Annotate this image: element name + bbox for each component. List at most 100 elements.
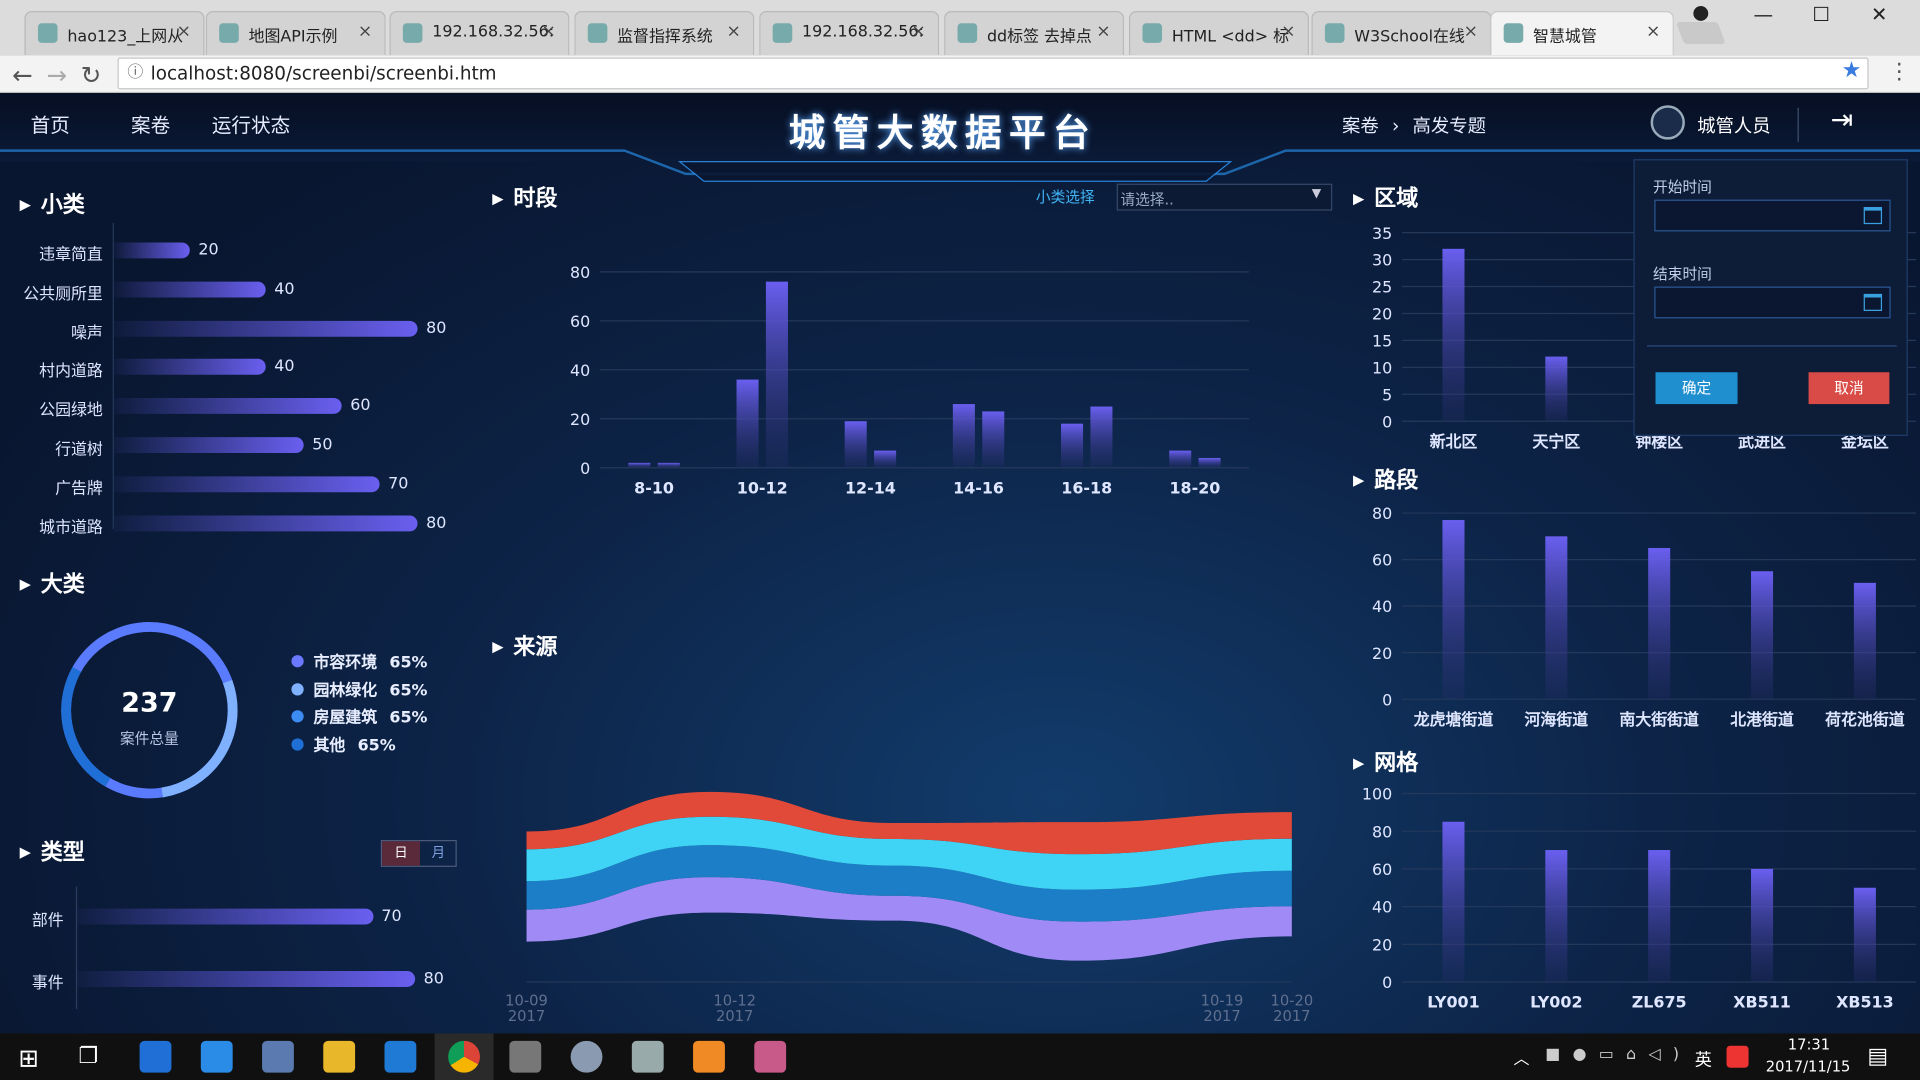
close-tab-icon[interactable]: × (1646, 22, 1660, 42)
x-tick-label: 北港街道 (1730, 710, 1794, 729)
bar-label: 村内道路 (39, 362, 103, 382)
browser-tab[interactable]: hao123_上网从 × (24, 11, 205, 56)
profile-icon[interactable]: ● (1692, 0, 1709, 23)
address-bar[interactable]: ⓘ localhost:8080/screenbi/screenbi.htm (117, 57, 1869, 90)
tab-label: 监督指挥系统 (617, 28, 713, 47)
start-time-input[interactable] (1654, 199, 1891, 232)
browser-menu-icon[interactable]: ⋮ (1888, 59, 1910, 85)
vscode-icon[interactable] (384, 1040, 417, 1073)
chrome-icon[interactable] (434, 1033, 494, 1080)
edge-icon[interactable] (139, 1040, 172, 1073)
bar-value: 80 (426, 319, 447, 338)
toggle-day[interactable]: 日 (382, 841, 421, 866)
clock-date[interactable]: 2017/11/15 (1766, 1058, 1851, 1075)
logout-icon[interactable]: ⇥ (1831, 105, 1854, 136)
menu-home[interactable]: 首页 (31, 109, 70, 138)
legend-percent: 65% (389, 681, 428, 700)
clock-time[interactable]: 17:31 (1788, 1036, 1830, 1053)
browser-tab[interactable]: 监督指挥系统 × (574, 11, 755, 56)
section-title-period: 时段 (492, 181, 557, 213)
close-tab-icon[interactable]: × (358, 22, 372, 42)
settings-app-icon[interactable] (509, 1040, 542, 1073)
bar (1545, 850, 1568, 983)
bar (1648, 850, 1671, 983)
y-tick-label: 30 (1372, 251, 1392, 270)
minimize-icon[interactable]: — (1753, 2, 1773, 25)
browser-tab[interactable]: 地图API示例 × (205, 11, 386, 56)
section-title-source: 来源 (492, 629, 557, 661)
y-tick-label: 5 (1382, 385, 1392, 404)
y-tick-label: 60 (570, 312, 590, 331)
bar (77, 908, 373, 925)
url-text: localhost:8080/screenbi/screenbi.htm (150, 62, 497, 85)
browser-tab[interactable]: W3School在线 × (1311, 11, 1492, 56)
legend-label: 市容环境 (313, 653, 378, 673)
windows-start-icon[interactable]: ⊞ (18, 1043, 39, 1072)
app-icon[interactable] (570, 1040, 603, 1073)
app-icon[interactable] (631, 1040, 664, 1073)
end-time-input[interactable] (1654, 286, 1891, 319)
start-time-label: 开始时间 (1653, 178, 1712, 196)
bookmark-star-icon[interactable]: ★ (1842, 58, 1862, 84)
sublime-icon[interactable] (693, 1040, 725, 1073)
bar-value: 40 (274, 280, 295, 299)
menu-run-status[interactable]: 运行状态 (212, 109, 290, 138)
close-tab-icon[interactable]: × (1281, 22, 1295, 42)
w3-icon (1142, 23, 1163, 43)
x-tick-label: 8-10 (634, 478, 674, 497)
task-view-icon[interactable]: ❐ (78, 1043, 98, 1069)
back-icon[interactable]: ← (12, 60, 33, 89)
cancel-button[interactable]: 取消 (1808, 372, 1890, 405)
x-tick-label: 新北区 (1430, 432, 1478, 451)
ie-icon[interactable] (200, 1040, 233, 1073)
browser-tab[interactable]: 192.168.32.56: × (759, 11, 940, 56)
close-tab-icon[interactable]: × (1096, 22, 1110, 42)
bar (1751, 868, 1774, 983)
reload-icon[interactable]: ↻ (81, 60, 102, 89)
user-avatar-icon[interactable] (1650, 105, 1685, 140)
x-tick-year: 2017 (1273, 1008, 1310, 1025)
close-tab-icon[interactable]: × (911, 22, 925, 42)
bar (1198, 457, 1221, 468)
y-tick-label: 20 (1372, 305, 1392, 324)
screenshot-root: hao123_上网从 × 地图API示例 × 192.168.32.56: × 监督指挥系统… (0, 0, 1920, 1080)
browser-tab[interactable]: dd标签 去掉点 × (944, 11, 1125, 56)
close-tab-icon[interactable]: × (542, 22, 556, 42)
bar-value: 20 (198, 241, 219, 260)
maximize-icon[interactable]: ☐ (1812, 2, 1830, 25)
toggle-month[interactable]: 月 (420, 841, 457, 865)
confirm-button[interactable]: 确定 (1655, 372, 1738, 405)
bar-label: 噪声 (71, 323, 103, 343)
browser-tab[interactable]: 智慧城管 × (1490, 11, 1674, 56)
x-tick-label: 10-19 (1201, 992, 1244, 1009)
browser-tab[interactable]: HTML <dd> 标 × (1128, 11, 1309, 56)
breadcrumb-cases[interactable]: 案卷 (1342, 115, 1379, 137)
forward-icon[interactable]: → (47, 60, 68, 89)
notification-icon[interactable]: ▤ (1867, 1043, 1888, 1069)
x-tick-label: LY002 (1530, 993, 1582, 1012)
file-explorer-icon[interactable] (323, 1040, 356, 1073)
x-tick-label: XB513 (1836, 993, 1894, 1012)
network-app-icon[interactable] (262, 1040, 294, 1073)
close-tab-icon[interactable]: × (177, 22, 191, 42)
ime-indicator[interactable]: 英 (1695, 1047, 1712, 1071)
calendar-icon[interactable] (1863, 206, 1883, 225)
close-icon[interactable]: ✕ (1871, 2, 1887, 25)
x-tick-year: 2017 (716, 1008, 753, 1025)
sogou-icon[interactable] (1726, 1045, 1749, 1068)
x-tick-label: 16-18 (1061, 478, 1112, 497)
tray-chevron-icon[interactable]: ︿ (1513, 1046, 1529, 1069)
breadcrumb-topic[interactable]: 高发专题 (1413, 115, 1486, 137)
y-tick-label: 20 (570, 410, 590, 429)
x-tick-label: ZL675 (1632, 993, 1687, 1012)
browser-tab[interactable]: 192.168.32.56: × (389, 11, 570, 56)
menu-cases[interactable]: 案卷 (131, 109, 170, 138)
subcategory-select[interactable]: 请选择.. ▼ (1116, 183, 1333, 211)
taskbar: ⊞ ❐ ︿ ■●▭⌂◁) 英 17:31 2017/11/15 ▤ (0, 1033, 1920, 1080)
close-tab-icon[interactable]: × (1464, 22, 1478, 42)
bar (113, 476, 380, 492)
calendar-icon[interactable] (1863, 293, 1883, 312)
close-tab-icon[interactable]: × (726, 22, 740, 42)
app-icon[interactable] (754, 1040, 787, 1073)
y-tick-label: 0 (1382, 412, 1392, 431)
